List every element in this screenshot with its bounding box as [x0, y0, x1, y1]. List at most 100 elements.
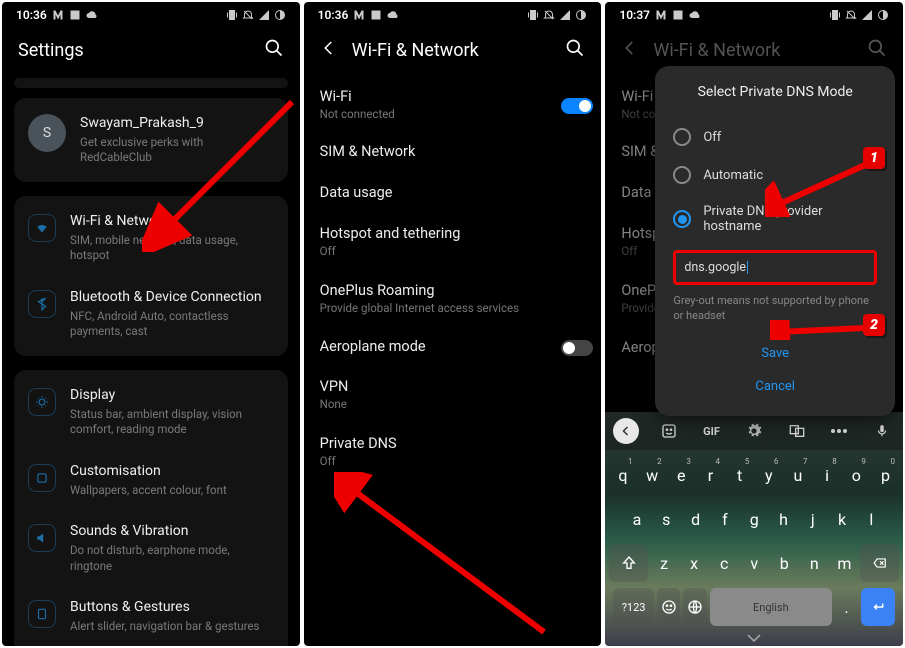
- key-z[interactable]: z: [650, 544, 678, 582]
- battery-icon: [575, 9, 587, 21]
- key-c[interactable]: c: [710, 544, 738, 582]
- profile-card[interactable]: S Swayam_Prakash_9 Get exclusive perks w…: [14, 98, 288, 182]
- row-sounds[interactable]: Sounds & Vibration Do not disturb, earph…: [14, 510, 288, 586]
- row-aeroplane[interactable]: Aeroplane mode: [304, 327, 602, 366]
- aeroplane-toggle[interactable]: [561, 340, 593, 356]
- kb-settings-icon[interactable]: [741, 418, 767, 444]
- page-header: Wi-Fi & Network: [304, 26, 602, 78]
- key-space[interactable]: English: [710, 588, 832, 626]
- search-button[interactable]: [264, 38, 284, 62]
- search-icon: [565, 38, 585, 58]
- key-a[interactable]: a: [623, 500, 650, 538]
- kb-more-icon[interactable]: [826, 418, 852, 444]
- row-customisation[interactable]: Customisation Wallpapers, accent colour,…: [14, 450, 288, 510]
- key-emoji[interactable]: [657, 588, 681, 626]
- display-icon: [28, 388, 56, 416]
- row-hotspot[interactable]: Hotspot and tethering Off: [304, 213, 602, 270]
- m-icon: [52, 9, 64, 21]
- cloud-icon: [387, 9, 399, 21]
- row-title: Bluetooth & Device Connection: [70, 288, 274, 307]
- avatar: S: [28, 114, 66, 152]
- row-sub: Off: [320, 244, 586, 258]
- key-k[interactable]: k: [828, 500, 855, 538]
- row-sub: Provide global Internet access services: [320, 301, 586, 315]
- key-f[interactable]: f: [711, 500, 738, 538]
- radio-automatic[interactable]: Automatic: [673, 156, 877, 194]
- key-shift[interactable]: [609, 544, 648, 582]
- battery-icon: [274, 9, 286, 21]
- kb-back-icon[interactable]: [613, 418, 639, 444]
- key-q[interactable]: q1: [609, 456, 636, 494]
- row-sub: Not connected: [320, 107, 395, 121]
- key-r[interactable]: r4: [697, 456, 724, 494]
- row-wifi-network[interactable]: Wi-Fi & Network SIM, mobile network, dat…: [14, 200, 288, 276]
- search-button: [867, 38, 887, 62]
- search-button[interactable]: [565, 38, 585, 62]
- connectivity-card: Wi-Fi & Network SIM, mobile network, dat…: [14, 196, 288, 356]
- key-p[interactable]: p0: [872, 456, 899, 494]
- key-v[interactable]: v: [740, 544, 768, 582]
- key-e[interactable]: e3: [668, 456, 695, 494]
- annotation-2: 2: [863, 314, 885, 336]
- radio-label: Off: [703, 130, 721, 145]
- collapse-keyboard[interactable]: [605, 626, 903, 646]
- kb-translate-icon[interactable]: [784, 418, 810, 444]
- row-vpn[interactable]: VPN None: [304, 366, 602, 423]
- row-title: OnePlus Roaming: [320, 282, 586, 299]
- row-title: Data usage: [320, 184, 586, 201]
- row-title: Hotspot and tethering: [320, 225, 586, 242]
- key-h[interactable]: h: [770, 500, 797, 538]
- key-symbols[interactable]: ?123: [613, 588, 654, 626]
- cancel-button[interactable]: Cancel: [741, 371, 809, 402]
- buttons-icon: [28, 600, 56, 628]
- row-wifi[interactable]: Wi-Fi Not connected: [304, 78, 602, 131]
- key-l[interactable]: l: [858, 500, 885, 538]
- key-n[interactable]: n: [800, 544, 828, 582]
- key-period[interactable]: .: [835, 588, 859, 626]
- key-s[interactable]: s: [653, 500, 680, 538]
- key-enter[interactable]: [861, 588, 895, 626]
- key-w[interactable]: w2: [639, 456, 666, 494]
- picture-icon: [370, 9, 382, 21]
- radio-off[interactable]: Off: [673, 118, 877, 156]
- row-bluetooth[interactable]: Bluetooth & Device Connection NFC, Andro…: [14, 276, 288, 352]
- picture-icon: [69, 9, 81, 21]
- dns-hostname-input[interactable]: dns.google: [673, 250, 877, 285]
- key-o[interactable]: o9: [843, 456, 870, 494]
- row-roaming[interactable]: OnePlus Roaming Provide global Internet …: [304, 270, 602, 327]
- key-u[interactable]: u7: [784, 456, 811, 494]
- key-j[interactable]: j: [799, 500, 826, 538]
- keyboard-rows: q1w2e3r4t5y6u7i8o9p0 asdfghjkl zxcvbnm ?…: [605, 450, 903, 626]
- key-m[interactable]: m: [830, 544, 858, 582]
- kb-gif-button[interactable]: GIF: [699, 418, 725, 444]
- kb-mic-icon[interactable]: [869, 418, 895, 444]
- row-title: Sounds & Vibration: [70, 522, 274, 541]
- key-g[interactable]: g: [741, 500, 768, 538]
- wifi-toggle[interactable]: [561, 98, 593, 114]
- dialog-title: Select Private DNS Mode: [673, 84, 877, 100]
- save-button[interactable]: Save: [747, 338, 803, 369]
- back-button[interactable]: [320, 39, 338, 61]
- key-globe[interactable]: [683, 588, 707, 626]
- key-backspace[interactable]: [860, 544, 899, 582]
- signal-icon: [258, 9, 270, 21]
- row-data-usage[interactable]: Data usage: [304, 172, 602, 213]
- system-card: Display Status bar, ambient display, vis…: [14, 370, 288, 646]
- kb-sticker-icon[interactable]: [656, 418, 682, 444]
- row-sim[interactable]: SIM & Network: [304, 131, 602, 172]
- key-t[interactable]: t5: [726, 456, 753, 494]
- keyboard-toolbar: GIF: [605, 412, 903, 450]
- key-x[interactable]: x: [680, 544, 708, 582]
- key-d[interactable]: d: [682, 500, 709, 538]
- radio-hostname[interactable]: Private DNS provider hostname: [673, 194, 877, 244]
- row-display[interactable]: Display Status bar, ambient display, vis…: [14, 374, 288, 450]
- battery-icon: [877, 9, 889, 21]
- row-title: Display: [70, 386, 274, 405]
- key-i[interactable]: i8: [814, 456, 841, 494]
- row-private-dns[interactable]: Private DNS Off: [304, 423, 602, 480]
- row-buttons[interactable]: Buttons & Gestures Alert slider, navigat…: [14, 586, 288, 646]
- profile-name: Swayam_Prakash_9: [80, 114, 274, 133]
- key-b[interactable]: b: [770, 544, 798, 582]
- key-y[interactable]: y6: [755, 456, 782, 494]
- keyboard[interactable]: GIF q1w2e3r4t5y6u7i8o9p0 asdfghjkl zxcvb…: [605, 412, 903, 646]
